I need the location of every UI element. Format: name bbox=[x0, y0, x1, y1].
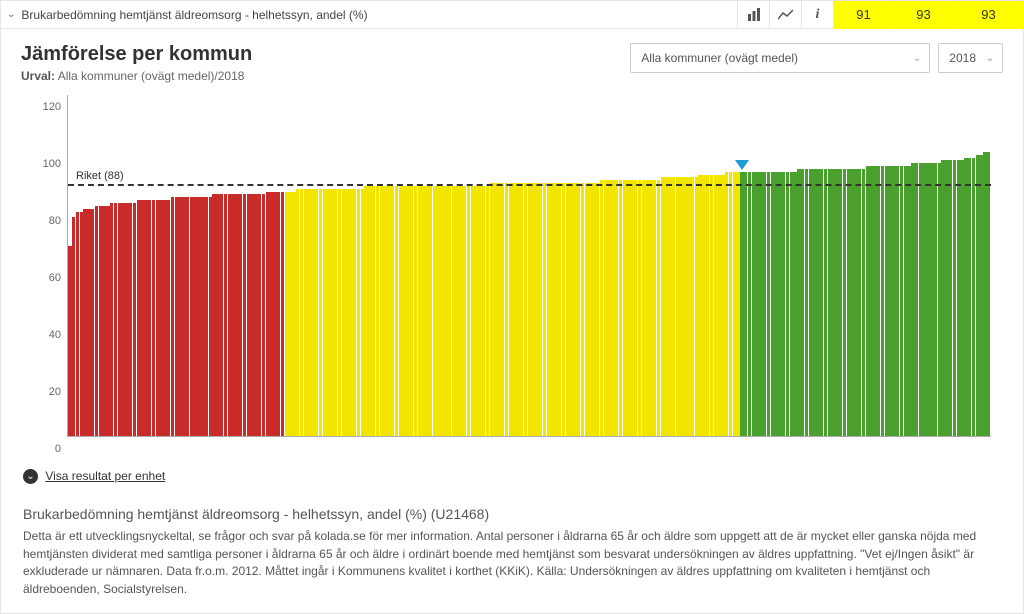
selection-subtitle: Urval: Alla kommuner (ovägt medel)/2018 bbox=[21, 69, 622, 83]
description-body: Detta är ett utvecklingsnyckeltal, se fr… bbox=[23, 528, 1001, 598]
y-tick-label: 80 bbox=[23, 215, 61, 227]
panel-title: Brukarbedömning hemtjänst äldreomsorg - … bbox=[21, 8, 737, 22]
reference-label: Riket (88) bbox=[74, 170, 126, 182]
y-tick-label: 120 bbox=[23, 101, 61, 113]
chevron-down-icon[interactable]: ⌄ bbox=[1, 9, 21, 20]
marker-icon bbox=[735, 160, 749, 170]
metric-badge-3: 93 bbox=[953, 1, 1023, 29]
results-link-row: ⌄ Visa resultat per enhet bbox=[1, 455, 1023, 484]
description-title: Brukarbedömning hemtjänst äldreomsorg - … bbox=[23, 506, 1001, 522]
chevron-down-icon: ⌄ bbox=[986, 53, 994, 64]
bar-chart-icon[interactable] bbox=[737, 1, 769, 29]
y-tick-label: 100 bbox=[23, 158, 61, 170]
chart: Riket (88) 0 20 40 60 80 100 120 bbox=[23, 95, 1001, 455]
metric-badge-1: 91 bbox=[833, 1, 893, 29]
chevron-down-circle-icon[interactable]: ⌄ bbox=[23, 469, 38, 484]
bar[interactable] bbox=[987, 152, 990, 436]
description: Brukarbedömning hemtjänst äldreomsorg - … bbox=[1, 484, 1023, 598]
year-dropdown[interactable]: 2018⌄ bbox=[938, 43, 1003, 73]
chevron-down-icon: ⌄ bbox=[913, 53, 921, 64]
line-chart-icon[interactable] bbox=[769, 1, 801, 29]
y-tick-label: 20 bbox=[23, 386, 61, 398]
header: Jämförelse per kommun Urval: Alla kommun… bbox=[1, 29, 1023, 87]
metric-badge-2: 93 bbox=[893, 1, 953, 29]
info-icon[interactable]: i bbox=[801, 1, 833, 29]
topbar: ⌄ Brukarbedömning hemtjänst äldreomsorg … bbox=[1, 1, 1023, 29]
bar-series bbox=[68, 95, 991, 436]
y-tick-label: 60 bbox=[23, 272, 61, 284]
y-tick-label: 40 bbox=[23, 329, 61, 341]
filter-dropdown[interactable]: Alla kommuner (ovägt medel)⌄ bbox=[630, 43, 930, 73]
reference-line: Riket (88) bbox=[68, 184, 991, 186]
page-title: Jämförelse per kommun bbox=[21, 43, 622, 66]
show-results-link[interactable]: Visa resultat per enhet bbox=[45, 469, 165, 483]
y-tick-label: 0 bbox=[23, 443, 61, 455]
